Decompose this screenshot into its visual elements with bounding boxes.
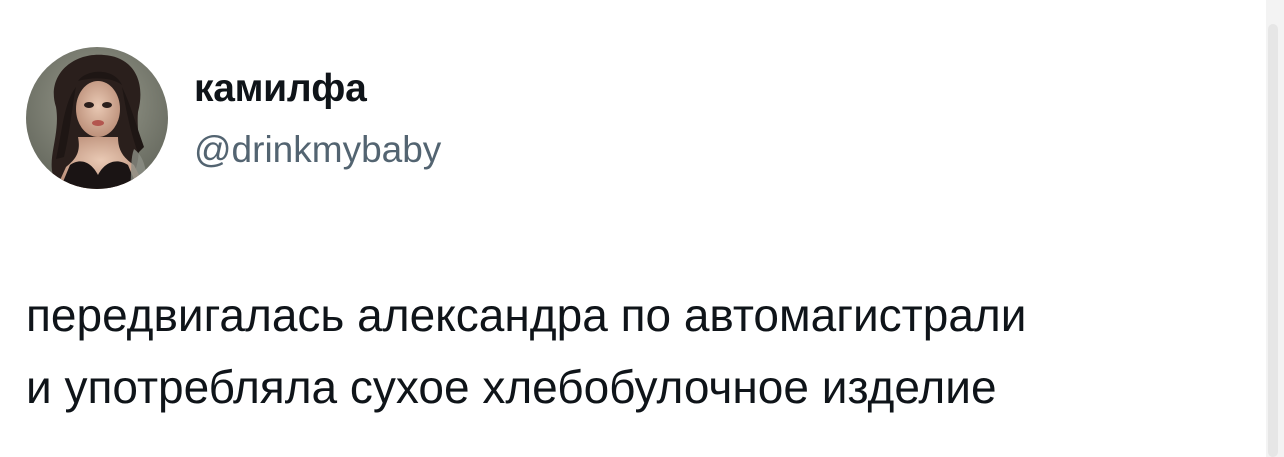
avatar-photo-icon xyxy=(26,47,168,189)
tweet-text-line: и употребляла сухое хлебобулочное издели… xyxy=(26,361,997,413)
tweet-text-line: передвигалась александра по автомагистра… xyxy=(26,289,1027,341)
scrollbar[interactable] xyxy=(1266,0,1284,457)
author-avatar[interactable] xyxy=(26,47,168,189)
author-display-name[interactable]: камилфа xyxy=(194,66,367,112)
tweet-card: камилфа @drinkmybaby передвигалась алекс… xyxy=(0,0,1266,457)
tweet-text: передвигалась александра по автомагистра… xyxy=(26,279,1256,423)
scrollbar-thumb[interactable] xyxy=(1268,24,1278,457)
author-handle[interactable]: @drinkmybaby xyxy=(194,128,441,172)
